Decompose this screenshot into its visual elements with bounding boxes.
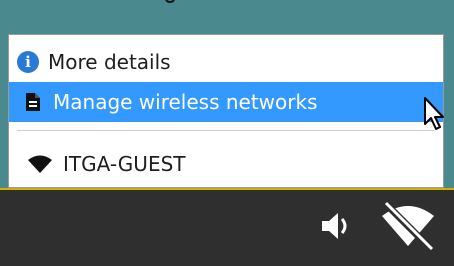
- background-window-text-fragment: [160, 0, 280, 16]
- wireless-disconnected-icon[interactable]: [378, 200, 438, 250]
- info-icon: i: [17, 51, 39, 73]
- cropped-text-glyphs: [165, 0, 175, 4]
- menu-item-label: ITGA-GUEST: [63, 152, 186, 176]
- wifi-signal-icon: [28, 155, 52, 173]
- menu-item-network-itga-guest[interactable]: ITGA-GUEST: [9, 145, 443, 183]
- document-icon: [26, 93, 40, 111]
- menu-item-label: More details: [48, 50, 171, 74]
- taskbar: [0, 188, 454, 266]
- speaker-icon[interactable]: [318, 208, 354, 244]
- network-context-menu: i More details Manage wireless networks …: [8, 34, 444, 188]
- mouse-cursor-icon: [424, 97, 444, 130]
- menu-item-more-details[interactable]: i More details: [9, 43, 443, 81]
- menu-separator: [17, 130, 435, 131]
- desktop: i More details Manage wireless networks …: [0, 0, 454, 266]
- menu-item-label: Manage wireless networks: [53, 90, 318, 114]
- menu-item-manage-wireless-networks[interactable]: Manage wireless networks: [9, 82, 443, 122]
